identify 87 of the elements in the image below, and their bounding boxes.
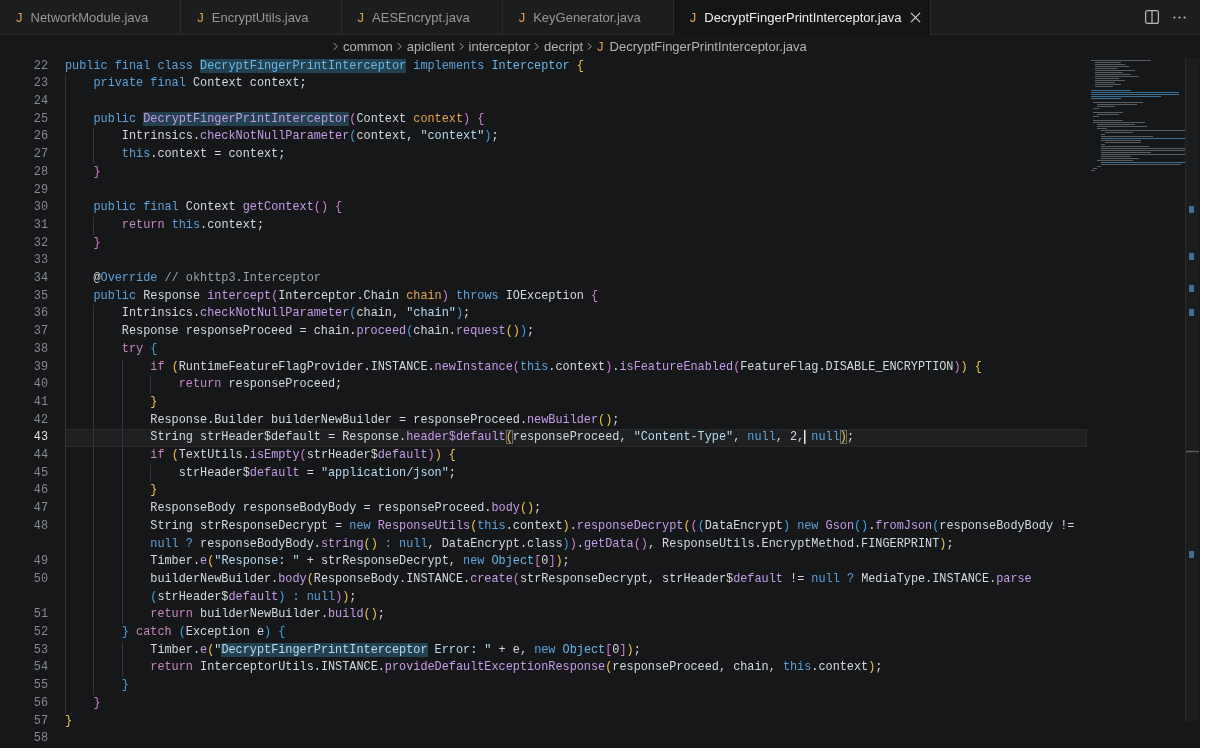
- code-line: return responseProceed;: [178, 377, 343, 392]
- code-line: this.context = context;: [121, 147, 286, 162]
- code-line: }: [93, 235, 101, 250]
- line-number: 37: [33, 323, 49, 341]
- code-line: return InterceptorUtils.INSTANCE.provideDefaultExceptionResponse(responseProceed, chain, this.context);: [150, 660, 883, 675]
- line-number: 30: [33, 199, 49, 217]
- chevron-icon: [333, 41, 338, 51]
- breadcrumb-item[interactable]: interceptor: [468, 38, 530, 54]
- line-number: 56: [33, 694, 49, 712]
- line-number: 49: [33, 553, 49, 571]
- code-line: ResponseBody responseBodyBody = responseProceed.body();: [150, 501, 542, 516]
- chevron-icon: [396, 41, 402, 51]
- line-number: 31: [33, 216, 49, 234]
- line-number: 50: [33, 570, 49, 588]
- code-line: Timber.e("DecryptFingerPrintInterceptor Error: " + e, new Object[0]);: [150, 642, 641, 657]
- breadcrumb-item[interactable]: decript: [544, 38, 583, 54]
- code-line: private final Context context;: [93, 76, 307, 91]
- code-line: }: [93, 695, 101, 710]
- line-number: 28: [33, 163, 49, 181]
- line-number: 47: [33, 500, 49, 518]
- line-number: 34: [33, 270, 49, 288]
- line-number: 48: [33, 517, 49, 535]
- code-line: public final Context getContext() {: [93, 200, 343, 215]
- line-number: 25: [33, 110, 49, 128]
- code-line: try {: [121, 341, 158, 356]
- line-number: 42: [33, 411, 49, 429]
- chevron-icon: [587, 41, 592, 51]
- line-number: 38: [33, 340, 49, 358]
- breadcrumb-item[interactable]: J DecryptFingerPrintInterceptor.java: [597, 38, 807, 54]
- code-line: public final class DecryptFingerPrintInterceptor implements Interceptor {: [65, 58, 584, 73]
- code-line: } catch (Exception e) {: [121, 625, 286, 640]
- line-number: 45: [33, 464, 49, 482]
- chevron-icon: [458, 41, 464, 51]
- chevron-icon: [534, 41, 539, 51]
- line-number: 54: [33, 659, 49, 677]
- line-number: 36: [33, 305, 49, 323]
- code-line: Intrinsics.checkNotNullParameter(chain, "chain");: [121, 306, 471, 321]
- line-number: 26: [33, 128, 49, 146]
- breadcrumb-item[interactable]: apiclient: [406, 38, 455, 54]
- breadcrumb-item[interactable]: common: [343, 38, 393, 54]
- line-number: 35: [33, 287, 49, 305]
- code-line: String strHeader$default = Response.header$default(responseProceed, "Content-Type", null, 2, null);: [150, 430, 854, 445]
- line-number: 24: [33, 93, 49, 110]
- line-number: 27: [33, 146, 49, 164]
- line-number: 33: [33, 252, 49, 270]
- code-line: String strResponseDecrypt = new ResponseUtils(this.context).responseDecrypt(((DataEncrypt) new Gson().fromJson(responseBodyBody !=: [150, 518, 1075, 533]
- line-number: 41: [33, 393, 49, 411]
- line-number: 57: [33, 712, 49, 730]
- tab[interactable]: J DecryptFingerPrintInterceptor.java: [673, 0, 931, 35]
- code-line: Response responseProceed = chain.proceed(chain.request());: [121, 324, 535, 339]
- code-line: public DecryptFingerPrintInterceptor(Context context) {: [93, 111, 485, 126]
- line-number: 46: [33, 482, 49, 500]
- code-line: builderNewBuilder.body(ResponseBody.INSTANCE.create(strResponseDecrypt, strHeader$default != null ? MediaType.INSTANCE.parse: [150, 571, 1032, 586]
- code-line: }: [121, 678, 129, 693]
- code-line: return this.context;: [121, 217, 265, 232]
- code-line: if (RuntimeFeatureFlagProvider.INSTANCE.newInstance(this.context).isFeatureEnabled(FeatureFlag.DISABLE_ENCRYPTION)) {: [150, 359, 982, 374]
- code-line: if (TextUtils.isEmpty(strHeader$default)) {: [150, 448, 456, 463]
- code-line: null ? responseBodyBody.string() : null, DataEncrypt.class)).getData(), ResponseUtils.EncryptMethod.FINGERPRINT);: [150, 536, 954, 551]
- code-line: }: [150, 483, 158, 498]
- more-icon[interactable]: [1173, 15, 1186, 19]
- line-number: 52: [33, 624, 49, 642]
- code-line: return builderNewBuilder.build();: [150, 607, 385, 622]
- line-number: 43: [33, 429, 49, 447]
- scrollbar[interactable]: [1185, 57, 1199, 721]
- code-line: strHeader$default = "application/json";: [178, 465, 456, 480]
- line-number: 53: [33, 641, 49, 659]
- line-number: 32: [33, 234, 49, 252]
- line-number: 39: [33, 358, 49, 376]
- line-number: 55: [33, 677, 49, 695]
- code-line: (strHeader$default) : null));: [150, 589, 357, 604]
- code-line: }: [65, 713, 73, 728]
- line-number: 44: [33, 447, 49, 465]
- line-number: 22: [33, 57, 49, 75]
- code-line: Intrinsics.checkNotNullParameter(context, "context");: [121, 129, 499, 144]
- code-line: Timber.e("Response: " + strResponseDecrypt, new Object[0]);: [150, 554, 570, 569]
- code-line: }: [93, 164, 101, 179]
- code-line: @Override // okhttp3.Interceptor: [93, 271, 321, 286]
- code-line: public Response intercept(Interceptor.Chain chain) throws IOException {: [93, 288, 599, 303]
- close-icon[interactable]: [909, 12, 921, 23]
- code-line: Response.Builder builderNewBuilder = responseProceed.newBuilder();: [150, 412, 620, 427]
- line-number: 29: [33, 181, 49, 199]
- line-number: 23: [33, 75, 49, 93]
- line-number: 40: [33, 376, 49, 394]
- split-editor-icon[interactable]: [1145, 10, 1159, 24]
- code-line: }: [150, 394, 158, 409]
- line-number: 51: [33, 606, 49, 624]
- line-number: 58: [33, 730, 49, 748]
